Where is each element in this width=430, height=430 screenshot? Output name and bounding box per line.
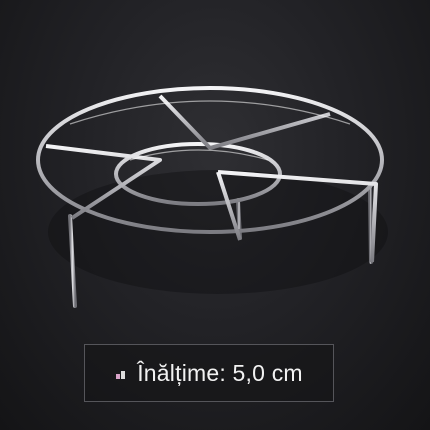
dimension-marker-icon <box>115 367 127 379</box>
height-caption-box: Înălțime: 5,0 cm <box>84 344 334 402</box>
wire-highlights <box>69 100 351 161</box>
height-caption-text: Înălțime: 5,0 cm <box>137 359 303 386</box>
